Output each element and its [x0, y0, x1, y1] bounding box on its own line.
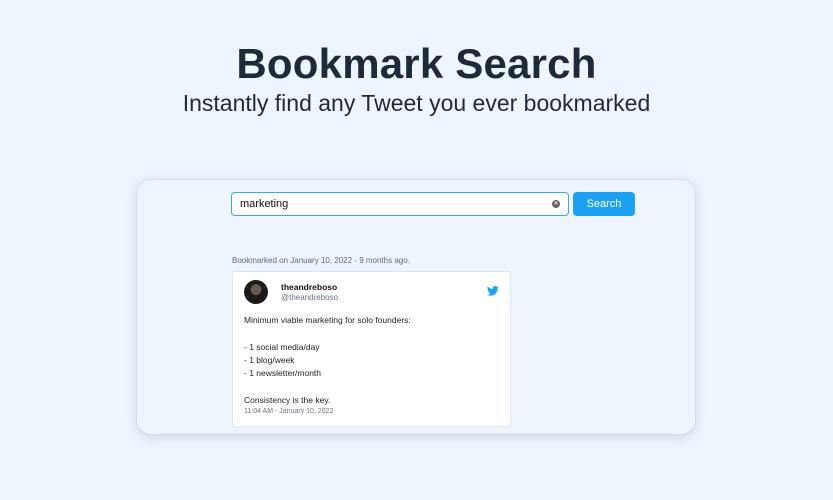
tweet-line: Consistency is the key.: [244, 394, 331, 405]
search-input[interactable]: [240, 194, 552, 214]
page-subtitle: Instantly find any Tweet you ever bookma…: [182, 90, 651, 116]
search-button[interactable]: Search: [573, 192, 635, 216]
clear-icon[interactable]: ✕: [552, 200, 560, 208]
tweet-author-handle[interactable]: @theandreboso: [281, 293, 338, 302]
tweet-line: [244, 380, 499, 393]
page-title: Bookmark Search: [236, 40, 597, 87]
tweet-timestamp[interactable]: 11:04 AM - January 10, 2022: [244, 408, 333, 415]
tweet-line: Minimum viable marketing for solo founde…: [244, 315, 411, 325]
app-preview-card: ✕ Search Bookmarked on January 10, 2022 …: [137, 180, 695, 434]
tweet-author-name[interactable]: theandreboso: [281, 282, 337, 292]
twitter-icon[interactable]: [487, 286, 499, 296]
tweet-line: [244, 327, 499, 340]
tweet-line: - 1 newsletter/month: [244, 368, 322, 379]
tweet-line: - 1 social media/day: [244, 341, 320, 352]
tweet-card[interactable]: theandreboso @theandreboso Minimum viabl…: [232, 271, 511, 427]
avatar[interactable]: [244, 280, 268, 304]
search-box[interactable]: ✕: [231, 192, 569, 216]
tweet-line: - 1 blog/week: [244, 354, 295, 365]
bookmarked-date: Bookmarked on January 10, 2022 - 9 month…: [232, 256, 410, 265]
tweet-text: Minimum viable marketing for solo founde…: [244, 314, 499, 407]
